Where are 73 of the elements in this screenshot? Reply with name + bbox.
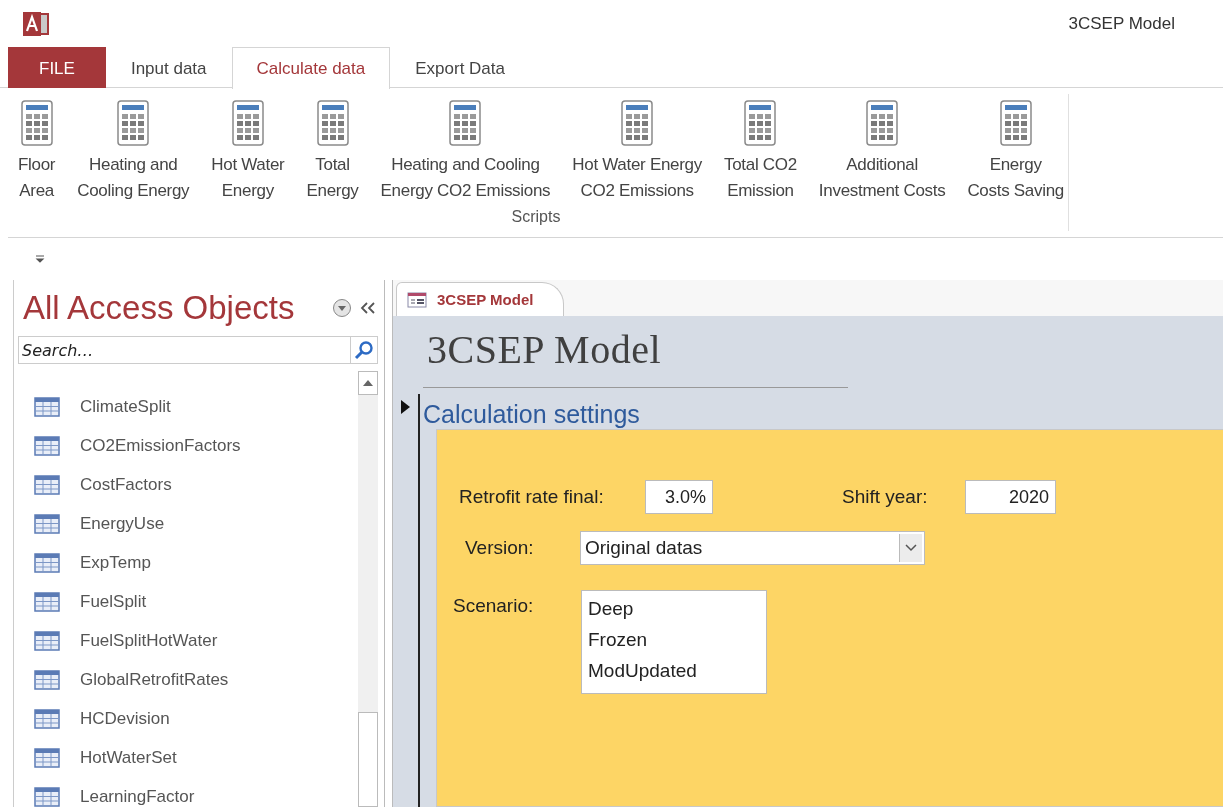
ribbon-button[interactable]: Hot Water Energy CO2 Emissions [572, 94, 702, 204]
nav-item[interactable]: ExpTemp [14, 543, 358, 582]
document-tab[interactable]: 3CSEP Model [396, 282, 565, 316]
ribbon-button[interactable]: Energy Costs Saving [967, 94, 1064, 204]
chevron-down-icon[interactable] [905, 544, 917, 552]
table-icon [34, 708, 60, 729]
record-selector-icon [401, 400, 410, 414]
nav-item[interactable]: EnergyUse [14, 504, 358, 543]
ribbon-button[interactable]: Total CO2 Emission [723, 94, 797, 204]
nav-item[interactable]: FuelSplitHotWater [14, 621, 358, 660]
ribbon-button[interactable]: Additional Investment Costs [818, 94, 946, 204]
calculator-icon [999, 100, 1032, 146]
search-icon[interactable] [354, 340, 374, 360]
calculator-icon [866, 100, 899, 146]
ribbon-tab[interactable]: Export Data [390, 47, 530, 88]
form-icon [407, 291, 427, 308]
ribbon-button[interactable]: Heating and Cooling Energy [77, 94, 190, 204]
nav-item[interactable]: CO2EmissionFactors [14, 426, 358, 465]
calculator-icon [231, 100, 264, 146]
calculator-icon [621, 100, 654, 146]
nav-item[interactable]: CostFactors [14, 465, 358, 504]
calculator-icon [449, 100, 482, 146]
app-logo-icon [22, 9, 52, 38]
scroll-up-icon[interactable] [363, 380, 373, 386]
customize-toolbar-icon[interactable] [34, 254, 46, 264]
ribbon-button[interactable]: Floor Area [18, 94, 56, 204]
list-option[interactable]: ModUpdated [588, 655, 760, 686]
field-label: Version: [465, 537, 535, 559]
field-label: Retrofit rate final: [459, 486, 605, 508]
dropdown-icon[interactable] [332, 298, 352, 318]
nav-item[interactable]: LearningFactor [14, 777, 358, 807]
table-icon [34, 591, 60, 612]
table-icon [34, 630, 60, 651]
table-icon [34, 786, 60, 807]
ribbon-button[interactable]: Hot Water Energy [211, 94, 285, 204]
table-icon [34, 747, 60, 768]
nav-item[interactable]: HCDevision [14, 699, 358, 738]
window-title: 3CSEP Model [1068, 13, 1175, 34]
form-title: 3CSEP Model [427, 326, 663, 373]
ribbon-tab[interactable]: FILE [8, 47, 106, 88]
list-option[interactable]: Frozen [588, 624, 760, 655]
field-label: Shift year: [842, 486, 929, 508]
table-icon [34, 396, 60, 417]
calculator-icon [20, 100, 53, 146]
nav-item[interactable]: FuelSplit [14, 582, 358, 621]
scroll-thumb[interactable] [358, 712, 378, 807]
ribbon-tab[interactable]: Input data [105, 47, 232, 88]
table-icon [34, 513, 60, 534]
table-icon [34, 474, 60, 495]
ribbon-tab[interactable]: Calculate data [231, 47, 391, 89]
input-field[interactable]: 2020 [965, 480, 1056, 514]
group-label: Scripts [511, 208, 561, 226]
collapse-icon[interactable] [360, 300, 376, 316]
section-title: Calculation settings [423, 400, 641, 429]
table-icon [34, 435, 60, 456]
calculator-icon [316, 100, 349, 146]
ribbon-button[interactable]: Total Energy [306, 94, 359, 204]
nav-item[interactable]: ClimateSplit [14, 387, 358, 426]
nav-item[interactable]: GlobalRetrofitRates [14, 660, 358, 699]
table-icon [34, 552, 60, 573]
nav-item[interactable]: HotWaterSet [14, 738, 358, 777]
pane-title: All Access Objects [23, 289, 296, 327]
ribbon-button[interactable]: Heating and Cooling Energy CO2 Emissions [380, 94, 551, 204]
list-box[interactable]: Deep Frozen ModUpdated [581, 590, 767, 694]
dropdown-field[interactable]: Original datas [580, 531, 925, 565]
calculator-icon [117, 100, 150, 146]
scrollbar[interactable] [358, 371, 378, 807]
table-icon [34, 669, 60, 690]
input-field[interactable]: 3.0% [645, 480, 713, 514]
calculator-icon [744, 100, 777, 146]
list-option[interactable]: Deep [588, 593, 760, 624]
search-field[interactable]: Search… [18, 336, 350, 364]
field-label: Scenario: [453, 595, 535, 617]
